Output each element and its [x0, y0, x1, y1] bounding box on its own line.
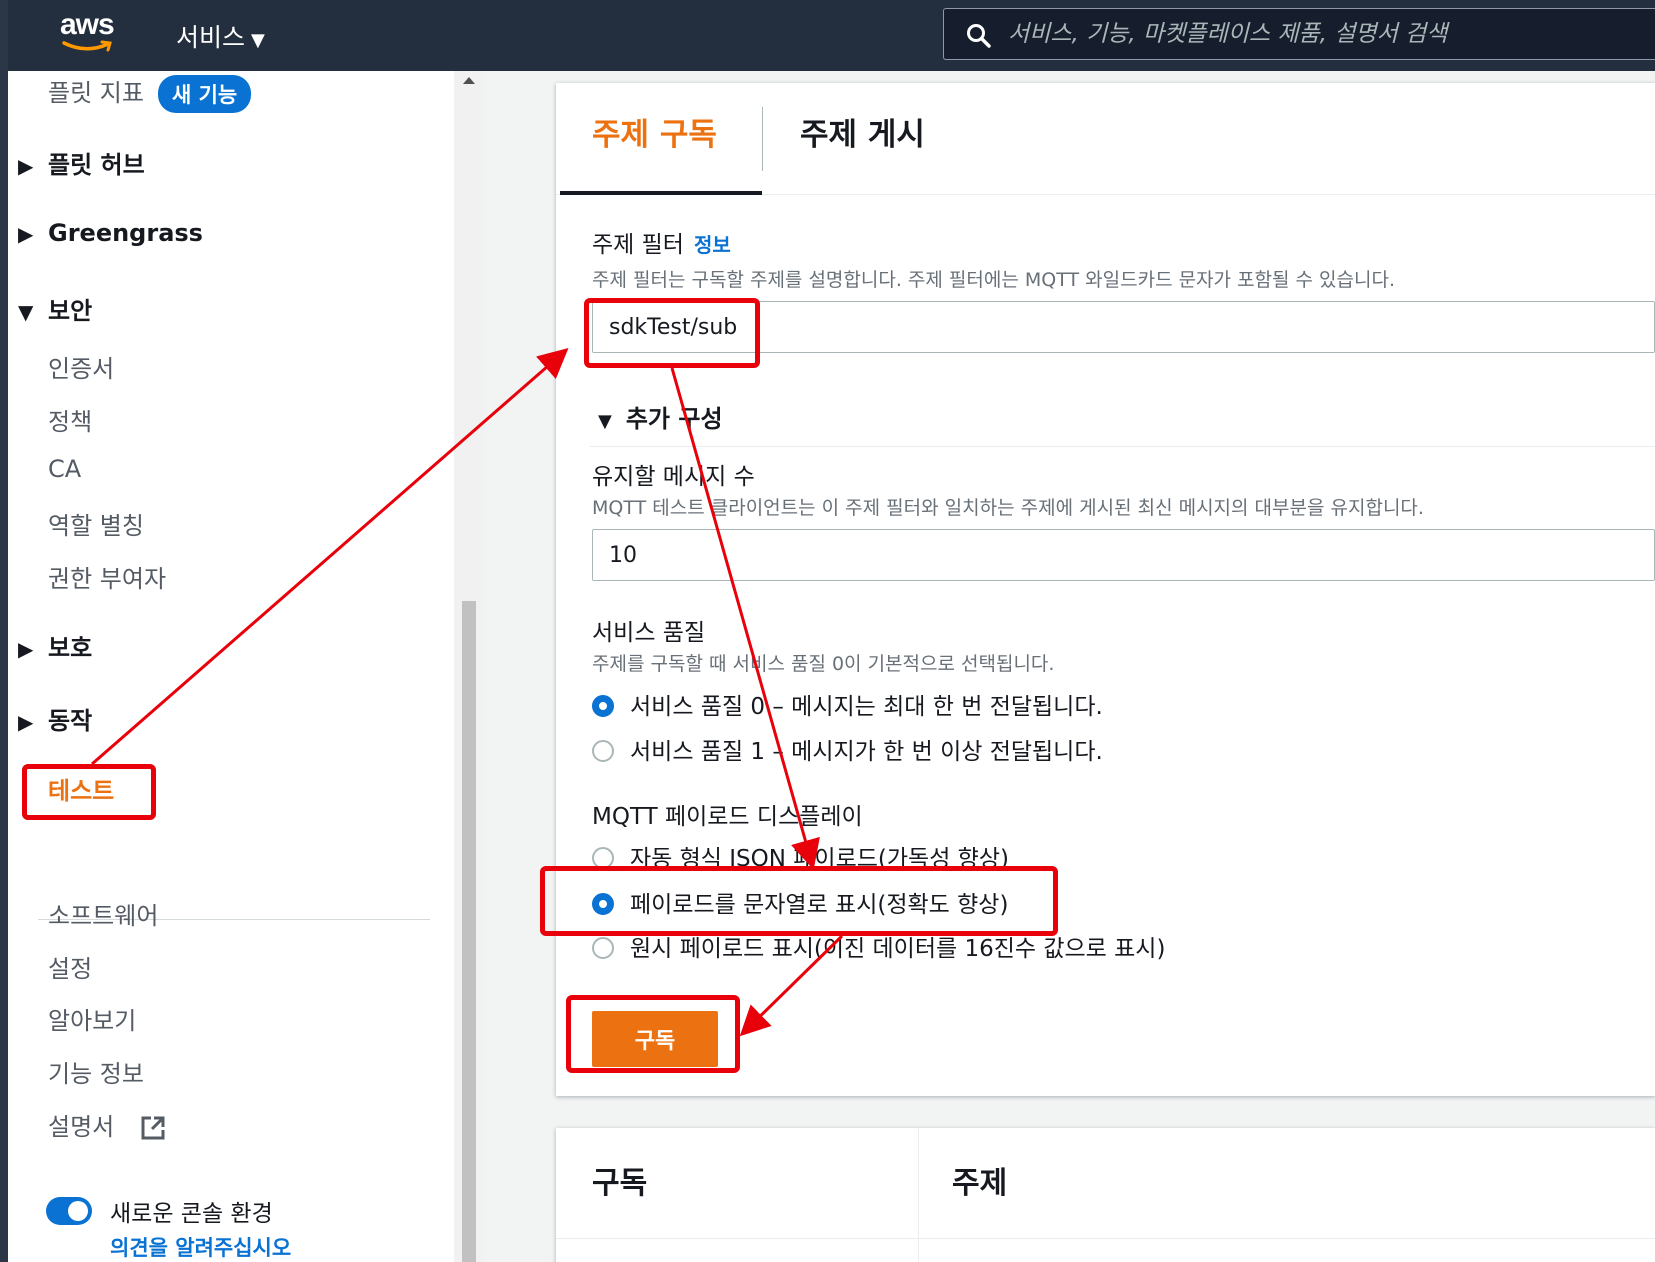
expander-divider — [590, 446, 1655, 447]
new-console-toggle[interactable] — [46, 1197, 92, 1225]
caret-right-icon: ▶ — [18, 154, 34, 178]
external-link-icon — [141, 1116, 165, 1140]
sidebar-section-greengrass[interactable]: ▶ Greengrass — [18, 219, 203, 247]
aws-smile-icon — [62, 40, 112, 52]
sidebar-section-label: 보호 — [48, 634, 93, 662]
tab-separator — [762, 107, 763, 171]
topic-filter-label-text: 주제 필터 — [592, 232, 684, 258]
sidebar-item-label: 플릿 지표 — [48, 79, 144, 107]
sidebar-section-label: Greengrass — [48, 219, 203, 247]
retain-count-label: 유지할 메시지 수 — [592, 464, 755, 490]
sidebar-section-act[interactable]: ▶ 동작 — [18, 701, 92, 736]
radio-label: 서비스 품질 0 – 메시지는 최대 한 번 전달됩니다. — [630, 694, 1103, 720]
expander-label: 추가 구성 — [625, 405, 723, 433]
qos-1-option[interactable]: 서비스 품질 1 – 메시지가 한 번 이상 전달됩니다. — [592, 732, 1103, 766]
global-search[interactable] — [943, 8, 1655, 60]
caret-right-icon: ▶ — [18, 637, 34, 661]
sidebar-item-documentation[interactable]: 설명서 — [48, 1107, 166, 1142]
annotation-box-topic-filter — [584, 298, 760, 368]
caret-right-icon: ▶ — [18, 710, 34, 734]
services-menu-label: 서비스 — [176, 23, 246, 52]
payload-display-label: MQTT 페이로드 디스플레이 — [592, 804, 863, 830]
sidebar-item-role-aliases[interactable]: 역할 별칭 — [48, 506, 144, 541]
toggle-knob — [68, 1201, 88, 1221]
sidebar-item-policies[interactable]: 정책 — [48, 402, 92, 437]
main-content: 주제 구독 주제 게시 주제 필터 정보 주제 필터는 구독할 주제를 설명합니다… — [484, 71, 1655, 1262]
window-frame-edge — [0, 0, 8, 1262]
subscribe-panel: 주제 구독 주제 게시 주제 필터 정보 주제 필터는 구독할 주제를 설명합니다… — [556, 83, 1655, 1096]
feedback-link[interactable]: 의견을 알려주십시오 — [110, 1232, 291, 1262]
radio-label: 원시 페이로드 표시(이진 데이터를 16진수 값으로 표시) — [630, 936, 1166, 962]
qos-0-option[interactable]: 서비스 품질 0 – 메시지는 최대 한 번 전달됩니다. — [592, 687, 1103, 721]
new-feature-badge: 새 기능 — [157, 75, 252, 113]
scrollbar-thumb[interactable] — [462, 601, 476, 1262]
qos-description: 주제를 구독할 때 서비스 품질 0이 기본적으로 선택됩니다. — [592, 653, 1055, 675]
sidebar-item-software[interactable]: 소프트웨어 — [48, 896, 158, 931]
sidebar-section-label: 동작 — [48, 707, 93, 735]
sidebar-section-label: 플릿 허브 — [48, 151, 145, 179]
tab-publish[interactable]: 주제 게시 — [800, 109, 925, 154]
sidebar-nav: 플릿 지표 새 기능 ▶ 플릿 허브 ▶ Greengrass ▼ 보안 인증서 정책 … — [8, 71, 462, 1262]
tab-subscribe[interactable]: 주제 구독 — [592, 109, 717, 154]
radio-button[interactable] — [592, 936, 614, 959]
caret-down-icon: ▼ — [18, 300, 34, 324]
subscriptions-table: 구독 주제 — [556, 1128, 1655, 1262]
annotation-box-payload-string — [540, 866, 1058, 936]
radio-button-checked[interactable] — [592, 694, 614, 717]
sidebar-item-fleet-metrics[interactable]: 플릿 지표 새 기능 — [48, 73, 252, 113]
search-icon — [967, 24, 991, 48]
new-console-label: 새로운 콘솔 환경 — [110, 1201, 273, 1227]
sidebar-section-security[interactable]: ▼ 보안 — [18, 291, 92, 326]
active-tab-indicator — [560, 191, 762, 195]
info-link[interactable]: 정보 — [694, 233, 731, 257]
additional-config-expander[interactable]: ▼ 추가 구성 — [598, 399, 723, 434]
column-header-subscriptions: 구독 — [592, 1166, 648, 1201]
annotation-box-subscribe — [566, 995, 740, 1073]
services-menu-button[interactable]: 서비스 ▼ — [176, 18, 265, 54]
sidebar-section-label: 보안 — [48, 297, 93, 325]
sidebar-item-authorizers[interactable]: 권한 부여자 — [48, 559, 166, 594]
tabs-row: 주제 구독 주제 게시 — [556, 83, 1655, 195]
sidebar-section-fleet-hub[interactable]: ▶ 플릿 허브 — [18, 145, 145, 180]
scroll-up-arrow-icon[interactable] — [463, 77, 475, 84]
aws-logo-text: aws — [60, 8, 115, 41]
radio-label: 서비스 품질 1 – 메시지가 한 번 이상 전달됩니다. — [630, 739, 1103, 765]
sidebar-item-settings[interactable]: 설정 — [48, 949, 92, 984]
aws-logo[interactable]: aws — [60, 10, 120, 60]
caret-down-icon: ▼ — [251, 30, 265, 51]
caret-right-icon: ▶ — [18, 222, 34, 246]
column-separator — [918, 1128, 919, 1262]
topic-filter-description: 주제 필터는 구독할 주제를 설명합니다. 주제 필터에는 MQTT 와일드카드… — [592, 269, 1396, 291]
search-input[interactable] — [1008, 13, 1648, 55]
topic-filter-label: 주제 필터 정보 — [592, 225, 731, 259]
top-navigation: aws 서비스 ▼ — [0, 0, 1655, 71]
sidebar-item-certificates[interactable]: 인증서 — [48, 349, 114, 384]
sidebar-item-feature-info[interactable]: 기능 정보 — [48, 1054, 144, 1089]
annotation-box-test — [22, 764, 156, 820]
sidebar-item-label: 설명서 — [48, 1113, 115, 1141]
column-header-topic: 주제 — [952, 1166, 1008, 1201]
radio-button[interactable] — [592, 739, 614, 762]
caret-down-icon: ▼ — [598, 411, 612, 432]
sidebar-section-defend[interactable]: ▶ 보호 — [18, 628, 92, 663]
retain-count-input[interactable] — [592, 529, 1655, 581]
qos-label: 서비스 품질 — [592, 620, 706, 646]
sidebar-scrollbar[interactable] — [454, 71, 484, 1262]
retain-count-description: MQTT 테스트 클라이언트는 이 주제 필터와 일치하는 주제에 게시된 최신… — [592, 497, 1424, 519]
sidebar-item-ca[interactable]: CA — [48, 455, 81, 483]
sidebar-item-learn[interactable]: 알아보기 — [48, 1001, 136, 1036]
table-header-divider — [556, 1238, 1655, 1239]
